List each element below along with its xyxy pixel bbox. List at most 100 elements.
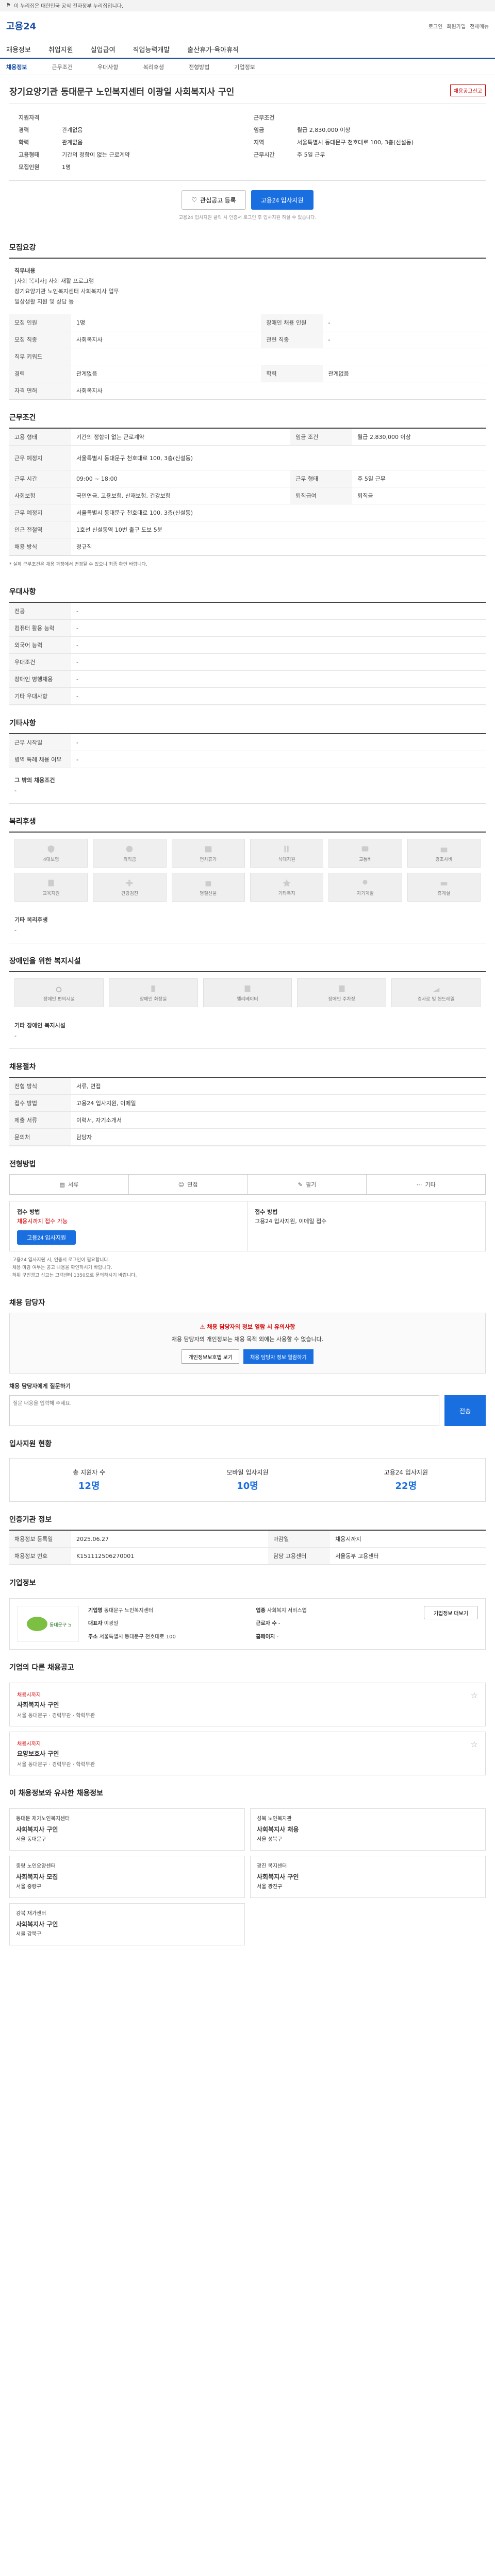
tab-recruit[interactable]: 채용정보 xyxy=(6,63,27,71)
row-label: 근무 시간 xyxy=(9,470,71,487)
question-input[interactable] xyxy=(9,1395,439,1426)
save-job-label: 관심공고 등록 xyxy=(200,196,236,204)
table-row: 근무 시작일 - xyxy=(9,734,486,751)
similar-job-card[interactable]: 광진 복지센터 사회복지사 구인 서울 광진구 xyxy=(250,1856,486,1898)
site-logo[interactable]: 고용24 xyxy=(6,19,36,32)
other-job-item[interactable]: 채용시까지 사회복지사 구인 서울 동대문구 · 경력무관 · 학력무관 ☆ xyxy=(9,1683,486,1726)
similar-job-card[interactable]: 동대문 재가노인복지센터 사회복지사 구인 서울 동대문구 xyxy=(9,1808,245,1851)
section-heading: 인증기관 정보 xyxy=(9,1516,52,1524)
menu-link[interactable]: 전체메뉴 xyxy=(470,22,489,30)
stat-item: 모바일 입사지원 10명 xyxy=(168,1468,326,1492)
nav-leave[interactable]: 출산휴가·육아휴직 xyxy=(187,44,239,54)
card-title[interactable]: 사회복지사 구인 xyxy=(16,1825,238,1834)
stats-section: 입사지원 현황 총 지원자 수 12명 모바일 입사지원 10명 고용24 입사지원… xyxy=(9,1426,486,1502)
star-icon xyxy=(283,879,291,887)
company-field: 근로자 수 - xyxy=(256,1621,280,1627)
facility-item: 장애인 편의시설 xyxy=(14,978,104,1007)
similar-job-card[interactable]: 강북 재가센터 사회복지사 구인 서울 강북구 xyxy=(9,1903,245,1945)
row-value: - xyxy=(71,751,486,768)
flag-icon: ⚑ xyxy=(6,3,11,8)
job-title-link[interactable]: 사회복지사 구인 xyxy=(17,1700,95,1709)
table-row: 제출 서류 이력서, 자기소개서 xyxy=(9,1111,486,1129)
welfare-item: 경조사비 xyxy=(407,839,481,868)
welfare-item: 건강검진 xyxy=(93,873,167,902)
save-job-button[interactable]: ♡ 관심공고 등록 xyxy=(182,190,246,210)
table-row: 채용 방식 정규직 xyxy=(9,538,486,555)
row-label: 모집 직종 xyxy=(9,331,71,348)
report-button[interactable]: 채용공고신고 xyxy=(450,84,486,96)
other-conditions-section: 기타사항 근무 시작일 - 병역 특례 채용 여부 - 그 밖의 채용조건 - xyxy=(9,705,486,804)
job-title-link[interactable]: 요양보호사 구인 xyxy=(17,1749,95,1758)
star-icon[interactable]: ☆ xyxy=(471,1690,478,1719)
similar-job-card[interactable]: 성북 노인복지관 사회복지사 채용 서울 성북구 xyxy=(250,1808,486,1851)
disability-grid: 장애인 편의시설 장애인 화장실 엘리베이터 장애인 주차장 경사로 및 핸드레… xyxy=(9,972,486,1013)
warning-text: 채용 담당자의 개인정보는 채용 목적 외에는 사용할 수 없습니다. xyxy=(171,1336,324,1343)
welfare-item: 자기계발 xyxy=(328,873,402,902)
person-icon: ☺ xyxy=(178,1181,185,1188)
other-jobs-section: 기업의 다른 채용공고 채용시까지 사회복지사 구인 서울 동대문구 · 경력무… xyxy=(9,1650,486,1775)
privacy-law-button[interactable]: 개인정보보호법 보기 xyxy=(182,1349,240,1364)
other-job-item[interactable]: 채용시까지 요양보호사 구인 서울 동대문구 · 경력무관 · 학력무관 ☆ xyxy=(9,1732,486,1775)
row-label: 우대조건 xyxy=(9,653,71,671)
nav-training[interactable]: 직업능력개발 xyxy=(133,44,170,54)
table-row: 장애인 병행채용 - xyxy=(9,670,486,688)
send-button[interactable]: 전송 xyxy=(444,1395,486,1426)
welfare-item: 퇴직금 xyxy=(93,839,167,868)
summary-value: 월급 2,830,000 이상 xyxy=(297,127,351,133)
welfare-item: 교육지원 xyxy=(14,873,88,902)
card-title[interactable]: 사회복지사 채용 xyxy=(257,1825,479,1834)
row-label: 고용 형태 xyxy=(9,429,71,446)
card-title[interactable]: 사회복지사 구인 xyxy=(257,1873,479,1881)
inquiry-section: 채용 담당자 ⚠ 채용 담당자의 정보 열람 시 유의사항 채용 담당자의 개인… xyxy=(9,1285,486,1426)
tab-welfare[interactable]: 복리후생 xyxy=(143,63,163,71)
card-title[interactable]: 사회복지사 구인 xyxy=(16,1920,238,1928)
row-label: 병역 특례 채용 여부 xyxy=(9,751,71,768)
tab-conditions[interactable]: 근무조건 xyxy=(52,63,72,71)
tab-company[interactable]: 기업정보 xyxy=(234,63,255,71)
bus-icon xyxy=(362,846,369,851)
card-company: 광진 복지센터 xyxy=(257,1863,287,1869)
summary-label: 지원자격 xyxy=(19,114,40,121)
company-more-button[interactable]: 기업정보 더보기 xyxy=(423,1606,478,1619)
row-value: 퇴직금 xyxy=(352,487,486,504)
star-icon[interactable]: ☆ xyxy=(471,1739,478,1768)
registration-section: 인증기관 정보 채용정보 등록일 2025.06.27 마감일 채용시까지 채용정보 … xyxy=(9,1502,486,1565)
table-row: 우대조건 - xyxy=(9,653,486,671)
company-field: 대표자 이광일 xyxy=(88,1621,119,1627)
card-title[interactable]: 사회복지사 모집 xyxy=(16,1873,238,1881)
nav-benefit[interactable]: 실업급여 xyxy=(91,44,116,54)
nav-support[interactable]: 취업지원 xyxy=(48,44,73,54)
table-row: 전형 방식 서류, 면접 xyxy=(9,1078,486,1095)
section-heading: 기업정보 xyxy=(9,1579,36,1587)
row-label: 장애인 병행채용 xyxy=(9,670,71,688)
card-meta: 서울 성북구 xyxy=(257,1837,283,1842)
stat-value: 10명 xyxy=(237,1481,258,1492)
job-title: 장기요양기관 동대문구 노인복지센터 이광일 사회복지사 구인 채용공고신고 xyxy=(9,75,486,104)
more-icon: ⋯ xyxy=(416,1181,422,1188)
row-value: 사회복지사 xyxy=(71,331,261,348)
tab-selection[interactable]: 전형방법 xyxy=(189,63,209,71)
welfare-other-value: - xyxy=(14,927,16,934)
method-step: ▤ 서류 xyxy=(10,1175,129,1194)
row-value: 서울특별시 동대문구 천호대로 100, 3층(신설동) xyxy=(71,504,486,521)
restroom-icon xyxy=(151,985,155,992)
tab-preference[interactable]: 우대사항 xyxy=(97,63,118,71)
table-row: 접수 방법 고용24 입사지원, 이메일 xyxy=(9,1094,486,1112)
apply-button-secondary[interactable]: 고용24 입사지원 xyxy=(17,1230,76,1245)
login-link[interactable]: 로그인 xyxy=(428,22,443,30)
similar-jobs: 동대문 재가노인복지센터 사회복지사 구인 서울 동대문구 성북 노인복지관 사회복지… xyxy=(9,1808,486,1945)
nav-jobs[interactable]: 채용정보 xyxy=(6,44,31,54)
row-value: 서울특별시 동대문구 천호대로 100, 3층(신설동) xyxy=(71,445,486,470)
signup-link[interactable]: 회원가입 xyxy=(447,22,466,30)
apply-right-title: 접수 방법 xyxy=(255,1209,278,1215)
row-value: 1호선 신설동역 10번 출구 도보 5분 xyxy=(71,521,486,538)
extra-title: 그 밖의 채용조건 xyxy=(14,777,55,784)
table-row: 사회보험 국민연금, 고용보험, 산재보험, 건강보험 퇴직급여 퇴직금 xyxy=(9,487,486,504)
method-steps: ▤ 서류 ☺ 면접 ✎ 필기 ⋯ 기타 xyxy=(9,1174,486,1195)
view-contact-button[interactable]: 채용 담당자 정보 열람하기 xyxy=(243,1349,314,1364)
apply-button[interactable]: 고용24 입사지원 xyxy=(251,190,314,210)
similar-job-card[interactable]: 중랑 노인요양센터 사회복지사 모집 서울 중랑구 xyxy=(9,1856,245,1898)
row-value xyxy=(71,348,486,365)
meal-icon xyxy=(284,845,289,852)
method-step: ⋯ 기타 xyxy=(416,1181,436,1189)
